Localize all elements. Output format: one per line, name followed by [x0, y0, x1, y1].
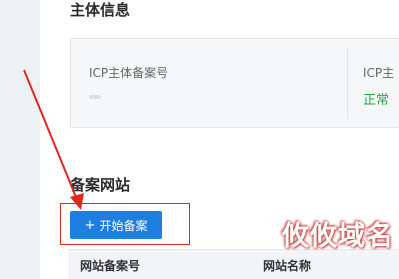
- arrow-head: [70, 193, 84, 210]
- arrow-shaft: [23, 69, 79, 203]
- watermark-logo: 攸攸域名: [282, 221, 394, 252]
- page: 主体信息 ICP主体备案号 ICP主 正常 备案网站 + 开始备案 网站备案号 …: [0, 0, 399, 279]
